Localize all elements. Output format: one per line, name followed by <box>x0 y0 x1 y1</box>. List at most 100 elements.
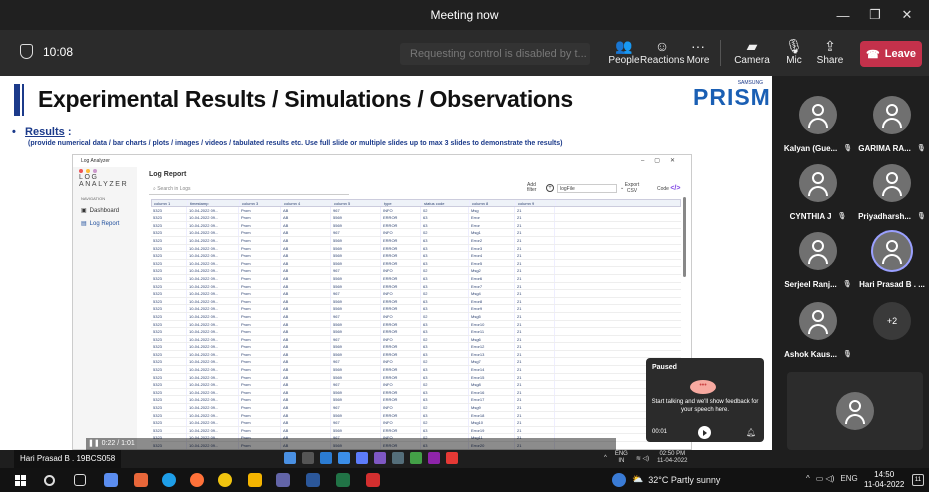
toolbar-divider <box>720 40 721 66</box>
table-cell: Prom <box>239 206 281 214</box>
more-button[interactable]: ··· More <box>676 37 720 66</box>
search-icon[interactable] <box>44 475 55 486</box>
table-row[interactable]: 5323 10-04-2022 09... Prom AB 5569 ERROR 63 Err… <box>151 236 681 245</box>
table-row[interactable]: 5323 10-04-2022 09... Prom AB 5569 ERROR 63 Err… <box>151 274 681 283</box>
video-controls[interactable]: ❚❚ 0:22 / 1:01 <box>86 438 616 450</box>
column-header[interactable]: type <box>382 200 422 206</box>
play-button[interactable] <box>698 426 711 439</box>
column-header[interactable]: column 3 <box>240 200 282 206</box>
column-header[interactable]: status code <box>422 200 470 206</box>
table-row[interactable]: 5323 10-04-2022 09... Prom AB 5569 ERROR 63 Err… <box>151 373 681 382</box>
table-row[interactable]: 5323 10-04-2022 09... Prom AB 5569 ERROR 63 Err… <box>151 396 681 405</box>
table-cell: 5323 <box>151 373 187 381</box>
table-cell: 10-04-2022 09... <box>187 358 239 366</box>
column-header[interactable]: column 8 <box>470 200 516 206</box>
participant-tile[interactable]: Priyadharsh... 🎙 <box>852 164 929 221</box>
table-row[interactable]: 5323 10-04-2022 09... Prom AB 967 INFO 02 Msg10… <box>151 419 681 427</box>
table-row[interactable]: 5323 10-04-2022 09... Prom AB 967 INFO 02 Msg7 2… <box>151 358 681 367</box>
table-row[interactable]: 5323 10-04-2022 09... Prom AB 5569 ERROR 63 Err… <box>151 214 681 222</box>
taskbar-clock[interactable]: 14:50 11-04-2022 <box>864 470 904 490</box>
widgets-icon[interactable] <box>104 473 118 487</box>
logfile-select[interactable]: logFile <box>557 183 617 193</box>
table-row[interactable]: 5323 10-04-2022 09... Prom AB 967 INFO 02 Msg5 2… <box>151 312 681 321</box>
table-row[interactable]: 5323 10-04-2022 09... Prom AB 5569 ERROR 63 Err… <box>151 320 681 329</box>
column-header[interactable]: column 1 <box>152 200 188 206</box>
firefox-icon[interactable] <box>190 473 204 487</box>
edge-icon[interactable] <box>162 473 176 487</box>
table-row[interactable]: 5323 10-04-2022 09... Prom AB 967 INFO 02 Msg 21 <box>151 206 681 215</box>
table-row[interactable]: 5323 10-04-2022 09... Prom AB 5569 ERROR 63 Err… <box>151 366 681 374</box>
teams-icon[interactable] <box>276 473 290 487</box>
help-icon[interactable] <box>612 473 626 487</box>
notification-center-button[interactable]: 11 <box>912 474 924 486</box>
table-scrollbar[interactable] <box>683 197 686 277</box>
participant-tile[interactable]: CYNTHIA J 🎙 <box>778 164 858 221</box>
weather-widget[interactable]: ⛅ 32°C Partly sunny <box>632 474 720 485</box>
table-row[interactable]: 5323 10-04-2022 09... Prom AB 967 INFO 02 Msg8 2… <box>151 381 681 389</box>
nav-item-dashboard[interactable]: ▣ Dashboard <box>73 207 137 215</box>
table-row[interactable]: 5323 10-04-2022 09... Prom AB 5569 ERROR 63 Err… <box>151 426 681 435</box>
participant-tile[interactable]: Kalyan (Gue... 🎙 <box>778 96 858 153</box>
log-search-input[interactable]: ⌕ Search in Logs <box>149 184 349 195</box>
self-video-tile[interactable] <box>787 372 923 450</box>
table-cell: 5569 <box>331 343 381 350</box>
table-row[interactable]: 5323 10-04-2022 09... Prom AB 5569 ERROR 63 Err… <box>151 259 681 268</box>
table-cell: Prom <box>239 358 281 366</box>
task-view-icon[interactable] <box>74 474 86 486</box>
chrome-icon[interactable] <box>218 473 232 487</box>
excel-icon[interactable] <box>336 473 350 487</box>
table-cell: AB <box>281 350 331 358</box>
participant-tile[interactable]: Ashok Kaus... 🎙 <box>778 302 858 359</box>
acrobat-icon[interactable] <box>366 473 380 487</box>
add-filter[interactable]: Add filter + logFile ⌄ <box>527 183 624 193</box>
minimize-button[interactable]: — <box>827 8 859 23</box>
maximize-button[interactable]: ❐ <box>859 7 891 23</box>
close-button[interactable]: ✕ <box>891 7 923 23</box>
table-cell: 02 <box>421 419 469 426</box>
table-row[interactable]: 5323 10-04-2022 09... Prom AB 5569 ERROR 63 Err… <box>151 282 681 291</box>
table-cell: 5569 <box>331 259 381 267</box>
table-row[interactable]: 5323 10-04-2022 09... Prom AB 967 INFO 02 Msg4 2… <box>151 290 681 298</box>
table-row[interactable]: 5323 10-04-2022 09... Prom AB 5569 ERROR 63 Err… <box>151 388 681 397</box>
column-header[interactable]: column 5 <box>332 200 382 206</box>
camera-button[interactable]: ▰ Camera <box>730 37 774 66</box>
column-header[interactable]: timestamp <box>188 200 240 206</box>
table-row[interactable]: 5323 10-04-2022 09... Prom AB 5569 ERROR 63 Err… <box>151 350 681 359</box>
participant-tile-active[interactable]: Hari Prasad B . ... <box>852 232 929 289</box>
participant-tile[interactable]: GARIMA RA... 🎙 <box>852 96 929 153</box>
table-row[interactable]: 5323 10-04-2022 09... Prom AB 5569 ERROR 63 Err… <box>151 343 681 351</box>
word-icon[interactable] <box>306 473 320 487</box>
table-row[interactable]: 5323 10-04-2022 09... Prom AB 967 INFO 02 Msg2 2… <box>151 267 681 275</box>
table-row[interactable]: 5323 10-04-2022 09... Prom AB 5569 ERROR 63 Err… <box>151 244 681 253</box>
table-row[interactable]: 5323 10-04-2022 09... Prom AB 5569 ERROR 63 Err… <box>151 328 681 336</box>
chevron-up-icon[interactable]: ^ <box>806 474 810 483</box>
more-participants-button[interactable]: +2 <box>852 302 929 340</box>
participant-tile[interactable]: Serjeel Ranj... 🎙 <box>778 232 858 289</box>
request-control-button[interactable]: Requesting control is disabled by t... <box>400 43 590 65</box>
code-button[interactable]: Code </> <box>657 185 680 192</box>
table-cell: 21 <box>515 267 555 274</box>
network-icon[interactable]: ▭ ◁) <box>816 474 835 483</box>
table-row[interactable]: 5323 10-04-2022 09... Prom AB 5569 ERROR 63 Err… <box>151 305 681 313</box>
file-explorer-icon[interactable] <box>248 473 262 487</box>
table-row[interactable]: 5323 10-04-2022 09... Prom AB 967 INFO 02 Msg9 2… <box>151 404 681 412</box>
table-row[interactable]: 5323 10-04-2022 09... Prom AB 5569 ERROR 63 Err… <box>151 297 681 306</box>
table-cell: Prom <box>239 411 281 419</box>
table-row[interactable]: 5323 10-04-2022 09... Prom AB 5569 ERROR 63 Err… <box>151 252 681 260</box>
nav-item-log-report[interactable]: ▤ Log Report <box>73 220 137 228</box>
export-csv-button[interactable]: Export CSV <box>621 182 643 194</box>
table-row[interactable]: 5323 10-04-2022 09... Prom AB 5569 ERROR 63 Err… <box>151 411 681 420</box>
bell-icon[interactable]: 🔔︎ <box>746 428 756 437</box>
office-icon[interactable] <box>134 473 148 487</box>
column-header[interactable]: column 9 <box>516 200 556 206</box>
column-header[interactable]: column 4 <box>282 200 332 206</box>
table-row[interactable]: 5323 10-04-2022 09... Prom AB 5569 ERROR 63 Err… <box>151 221 681 230</box>
tray-lang[interactable]: ENG <box>840 474 857 483</box>
start-button[interactable] <box>15 475 26 486</box>
table-cell: AB <box>281 206 331 214</box>
table-row[interactable]: 5323 10-04-2022 09... Prom AB 967 INFO 02 Msg1 2… <box>151 229 681 237</box>
leave-button[interactable]: ☎ Leave <box>860 41 922 67</box>
table-cell: 5569 <box>331 282 381 290</box>
share-button[interactable]: ⇪ Share <box>808 37 852 66</box>
table-row[interactable]: 5323 10-04-2022 09... Prom AB 967 INFO 02 Msg6 2… <box>151 335 681 344</box>
